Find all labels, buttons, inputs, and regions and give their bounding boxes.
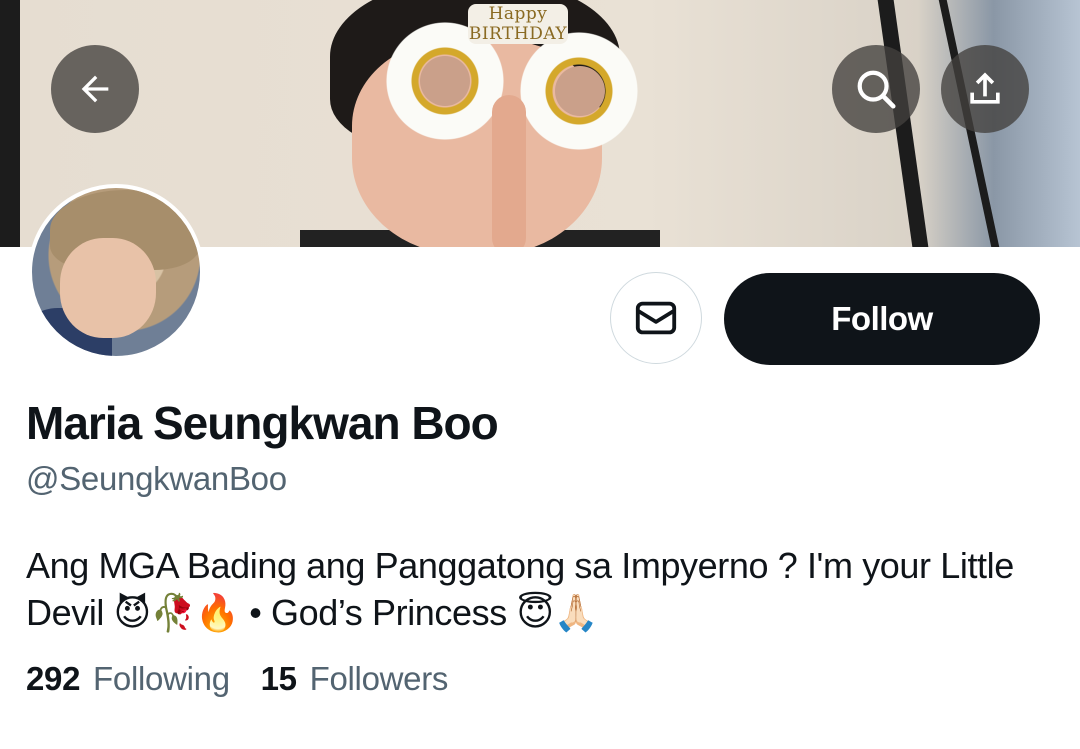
banner-strap-left bbox=[0, 0, 20, 247]
arrow-left-icon bbox=[81, 75, 109, 103]
following-link[interactable]: 292 Following bbox=[26, 660, 230, 698]
follow-button[interactable]: Follow bbox=[724, 273, 1040, 365]
message-button[interactable] bbox=[610, 272, 702, 364]
display-name: Maria Seungkwan Boo bbox=[26, 397, 499, 449]
share-button[interactable] bbox=[941, 45, 1029, 133]
avatar[interactable] bbox=[28, 184, 204, 360]
followers-link[interactable]: 15 Followers bbox=[261, 660, 449, 698]
envelope-icon bbox=[635, 301, 677, 335]
profile-bio: Ang MGA Bading ang Panggatong sa Impyern… bbox=[26, 545, 1014, 633]
followers-count: 15 bbox=[260, 660, 297, 697]
back-button[interactable] bbox=[51, 45, 139, 133]
following-count: 292 bbox=[26, 660, 81, 697]
followers-label: Followers bbox=[309, 660, 449, 697]
profile-stats: 292 Following 15 Followers bbox=[26, 660, 470, 698]
banner-birthday-text: Happy BIRTHDAY bbox=[468, 4, 568, 44]
user-handle: @SeungkwanBoo bbox=[26, 460, 287, 497]
banner-daisy-glasses-right bbox=[520, 32, 638, 150]
search-button[interactable] bbox=[832, 45, 920, 133]
following-label: Following bbox=[93, 660, 230, 697]
search-icon bbox=[857, 70, 896, 109]
share-icon bbox=[970, 72, 1000, 104]
banner-finger bbox=[492, 95, 526, 247]
avatar-face bbox=[60, 238, 156, 338]
